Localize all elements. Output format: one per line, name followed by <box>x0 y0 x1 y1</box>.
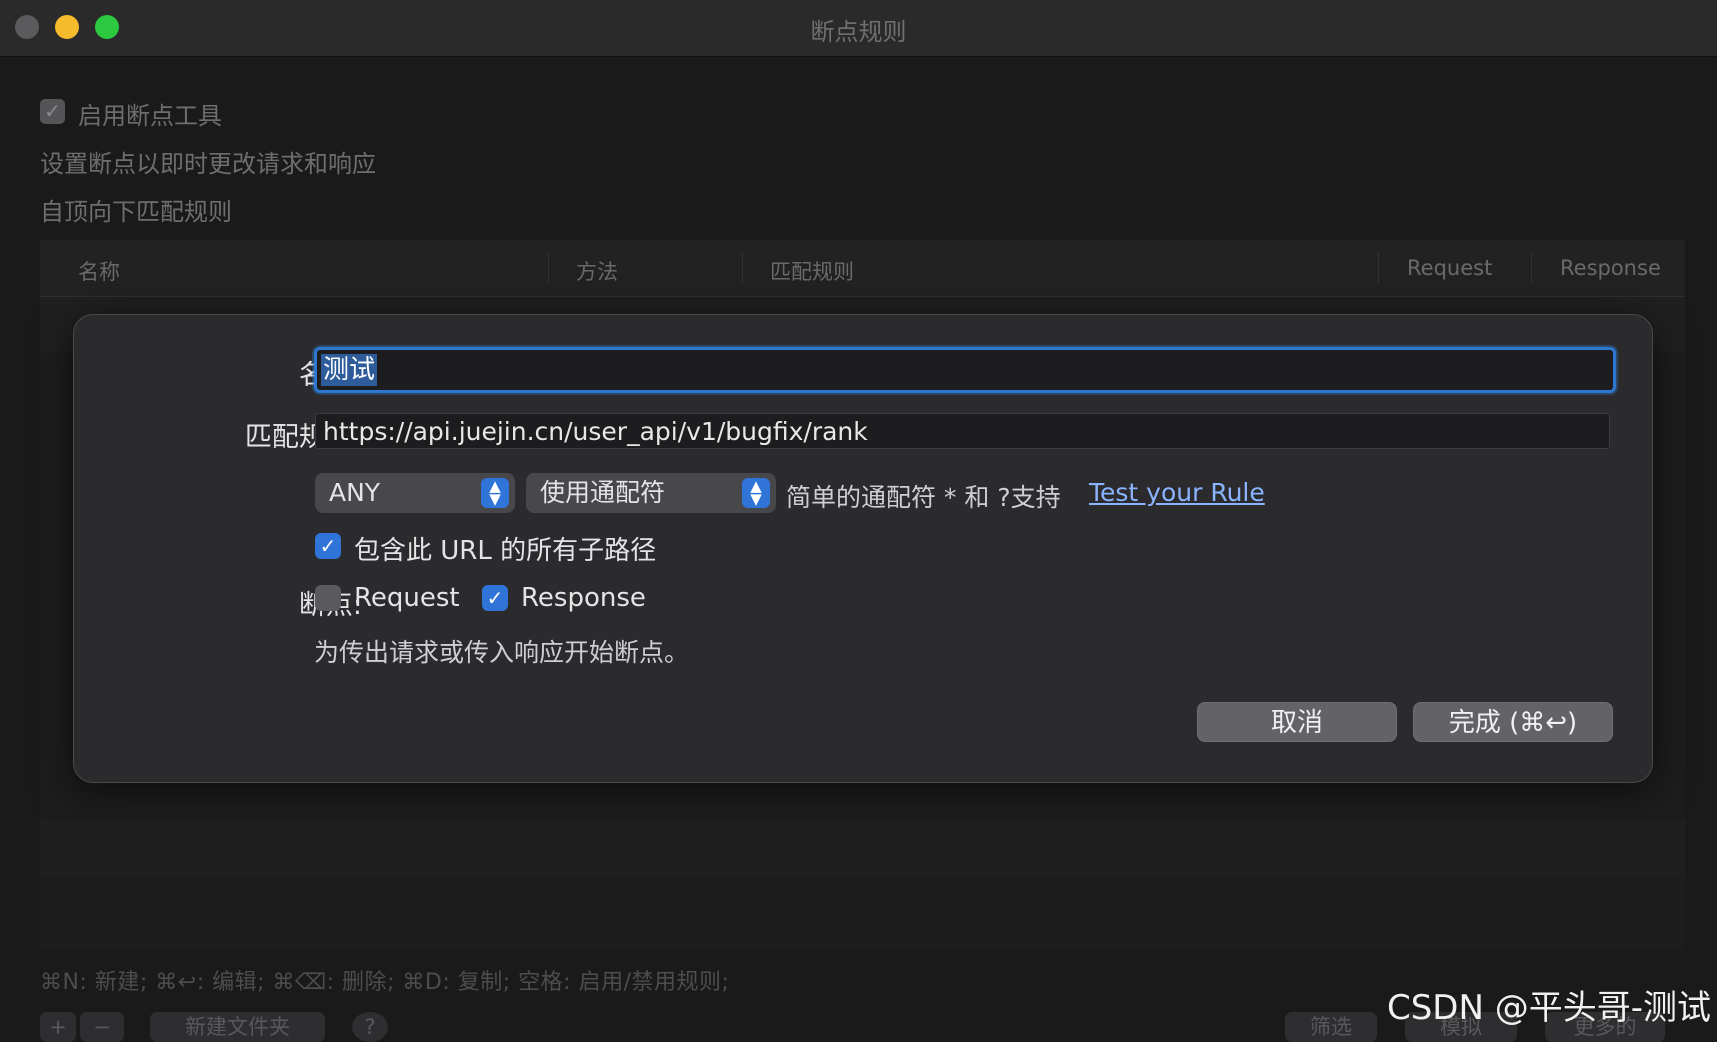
match-type-select-value: 使用通配符 <box>540 478 666 507</box>
test-rule-link[interactable]: Test your Rule <box>1089 478 1265 507</box>
done-button[interactable]: 完成 (⌘↩) <box>1413 702 1613 742</box>
filter-button[interactable]: 筛选 <box>1285 1012 1377 1042</box>
chevron-up-down-icon: ▲ ▼ <box>481 478 509 508</box>
order-note-text: 自顶向下匹配规则 <box>40 198 232 226</box>
column-divider <box>1378 252 1379 284</box>
subtitle-text: 设置断点以即时更改请求和响应 <box>40 150 376 178</box>
column-divider <box>548 252 549 284</box>
match-type-select[interactable]: 使用通配符 ▲ ▼ <box>526 473 776 513</box>
watermark-text: CSDN @平头哥-测试 <box>1386 988 1711 1028</box>
column-header-method[interactable]: 方法 <box>576 256 618 286</box>
chevron-up-down-icon: ▲ ▼ <box>742 478 770 508</box>
column-header-response[interactable]: Response <box>1560 256 1661 280</box>
column-header-name[interactable]: 名称 <box>78 256 120 286</box>
help-button[interactable]: ? <box>352 1012 388 1042</box>
rule-url-input[interactable]: https://api.juejin.cn/user_api/v1/bugfix… <box>315 413 1610 449</box>
column-divider <box>742 252 743 284</box>
method-select[interactable]: ANY ▲ ▼ <box>315 473 515 513</box>
add-rule-button[interactable]: + <box>40 1012 76 1042</box>
breakpoint-description: 为传出请求或传入响应开始断点。 <box>314 638 690 667</box>
window-title: 断点规则 <box>810 18 907 46</box>
column-header-request[interactable]: Request <box>1407 256 1492 280</box>
table-row <box>40 820 1685 876</box>
cancel-button[interactable]: 取消 <box>1197 702 1397 742</box>
method-select-value: ANY <box>329 478 381 507</box>
new-folder-button[interactable]: 新建文件夹 <box>150 1012 325 1042</box>
rules-table-header: 名称 方法 匹配规则 Request Response <box>40 240 1685 297</box>
column-divider <box>1531 252 1532 284</box>
column-header-rule[interactable]: 匹配规则 <box>770 256 854 286</box>
name-input-selected-text: 测试 <box>321 354 378 386</box>
request-label: Request <box>354 583 460 613</box>
wildcard-hint: 简单的通配符 * 和 ?支持 <box>786 483 1061 512</box>
request-checkbox[interactable] <box>315 585 341 611</box>
name-input[interactable]: 测试 <box>314 347 1616 393</box>
include-subpaths-label: 包含此 URL 的所有子路径 <box>354 536 657 566</box>
response-checkbox[interactable]: ✓ <box>482 585 508 611</box>
shortcut-hints: ⌘N: 新建; ⌘↩: 编辑; ⌘⌫: 删除; ⌘D: 复制; 空格: 启用/禁… <box>40 970 730 995</box>
title-bar: 断点规则 <box>0 0 1717 57</box>
enable-breakpoints-label: 启用断点工具 <box>78 102 222 130</box>
remove-rule-button[interactable]: − <box>80 1012 124 1042</box>
enable-breakpoints-checkbox[interactable]: ✓ <box>40 99 65 124</box>
edit-rule-dialog: 名称: 测试 匹配规则: https://api.juejin.cn/user_… <box>73 314 1653 783</box>
include-subpaths-checkbox[interactable]: ✓ <box>315 533 341 559</box>
response-label: Response <box>521 583 646 613</box>
